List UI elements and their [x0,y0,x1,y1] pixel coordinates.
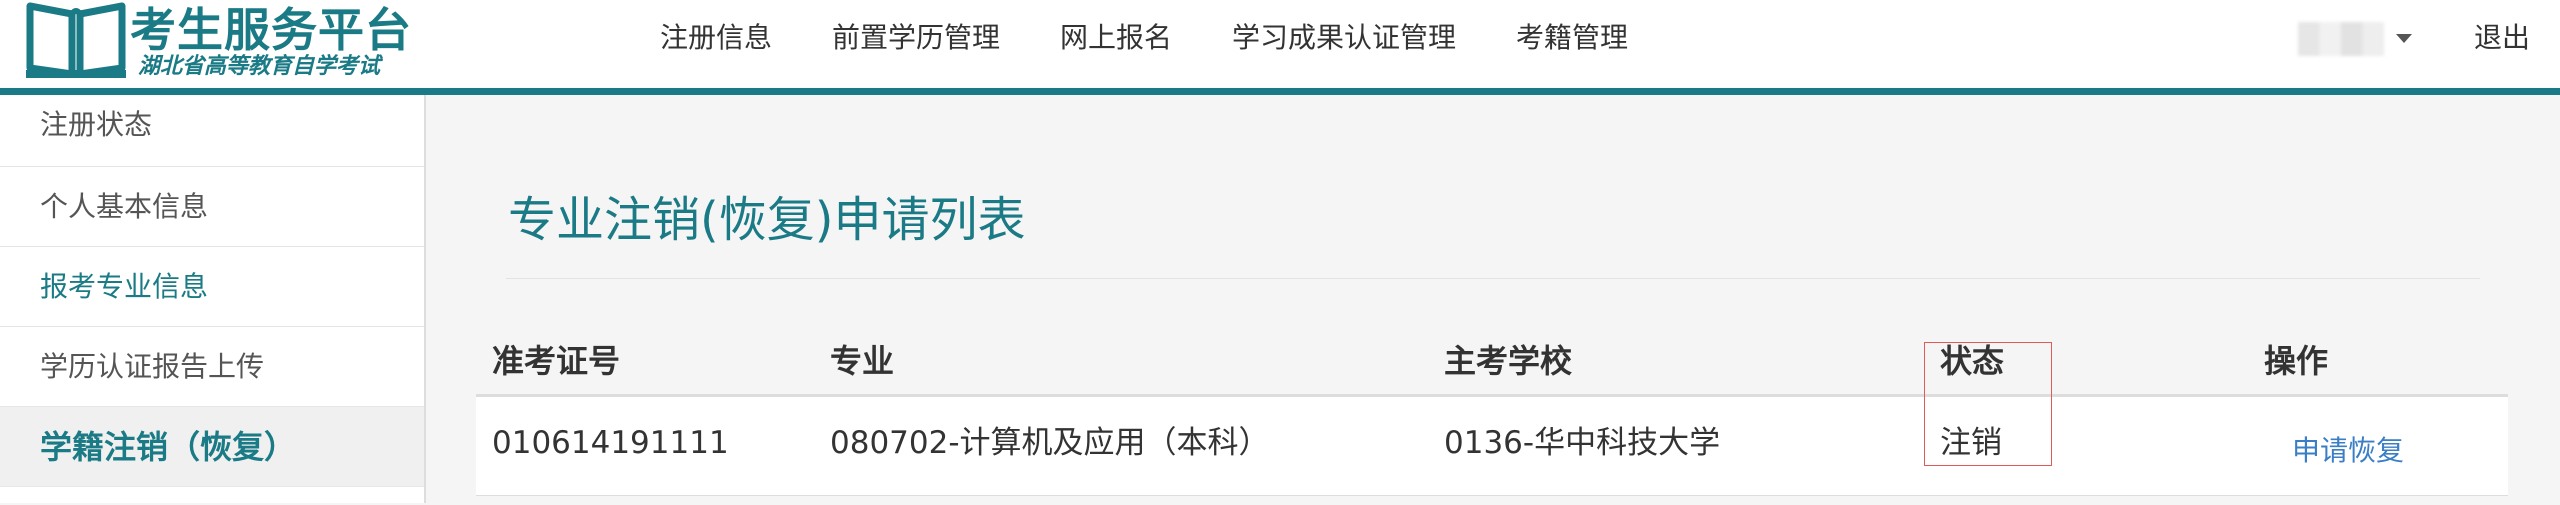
status-column-highlight-box [1924,342,2052,466]
sidebar-item-major-info[interactable]: 报考专业信息 [0,247,424,327]
user-name-redacted [2298,22,2384,56]
nav-prior-education[interactable]: 前置学历管理 [832,14,1000,62]
table-row: 010614191111 080702-计算机及应用（本科） 0136-华中科技… [476,397,2508,495]
nav-online-signup[interactable]: 网上报名 [1060,14,1172,62]
logout-link[interactable]: 退出 [2474,14,2530,62]
title-divider [506,278,2480,279]
cell-school: 0136-华中科技大学 [1444,425,1721,461]
column-header-exam-id: 准考证号 [492,342,621,380]
logo-subtitle: 湖北省高等教育自学考试 [138,54,381,79]
cell-major: 080702-计算机及应用（本科） [830,425,1270,461]
nav-student-status[interactable]: 考籍管理 [1516,14,1628,62]
top-header: 考生服务平台 湖北省高等教育自学考试 注册信息 前置学历管理 网上报名 学习成果… [0,0,2560,95]
sidebar-item-status-cancel[interactable]: 学籍注销（恢复） [0,407,424,487]
page-title: 专业注销(恢复)申请列表 [508,192,1026,248]
site-logo[interactable]: 考生服务平台 湖北省高等教育自学考试 [26,0,426,85]
column-header-action: 操作 [2264,342,2329,380]
open-book-icon [26,2,126,78]
application-table: 准考证号 专业 主考学校 状态 操作 010614191111 080702-计… [476,326,2508,503]
cell-exam-id: 010614191111 [492,425,729,461]
apply-restore-link[interactable]: 申请恢复 [2292,397,2404,505]
sidebar-item-degree-report-upload[interactable]: 学历认证报告上传 [0,327,424,407]
column-header-school: 主考学校 [1444,342,1573,380]
column-header-major: 专业 [830,342,895,380]
caret-down-icon [2396,34,2412,43]
nav-learning-credit[interactable]: 学习成果认证管理 [1232,14,1456,62]
table-row-divider [476,495,2508,496]
user-menu[interactable] [2298,16,2418,60]
sidebar-item-personal-info[interactable]: 个人基本信息 [0,167,424,247]
sidebar-item-registration-status[interactable]: 注册状态 [0,95,424,167]
nav-registration-info[interactable]: 注册信息 [660,14,772,62]
sidebar: 注册状态 个人基本信息 报考专业信息 学历认证报告上传 学籍注销（恢复） [0,95,426,503]
